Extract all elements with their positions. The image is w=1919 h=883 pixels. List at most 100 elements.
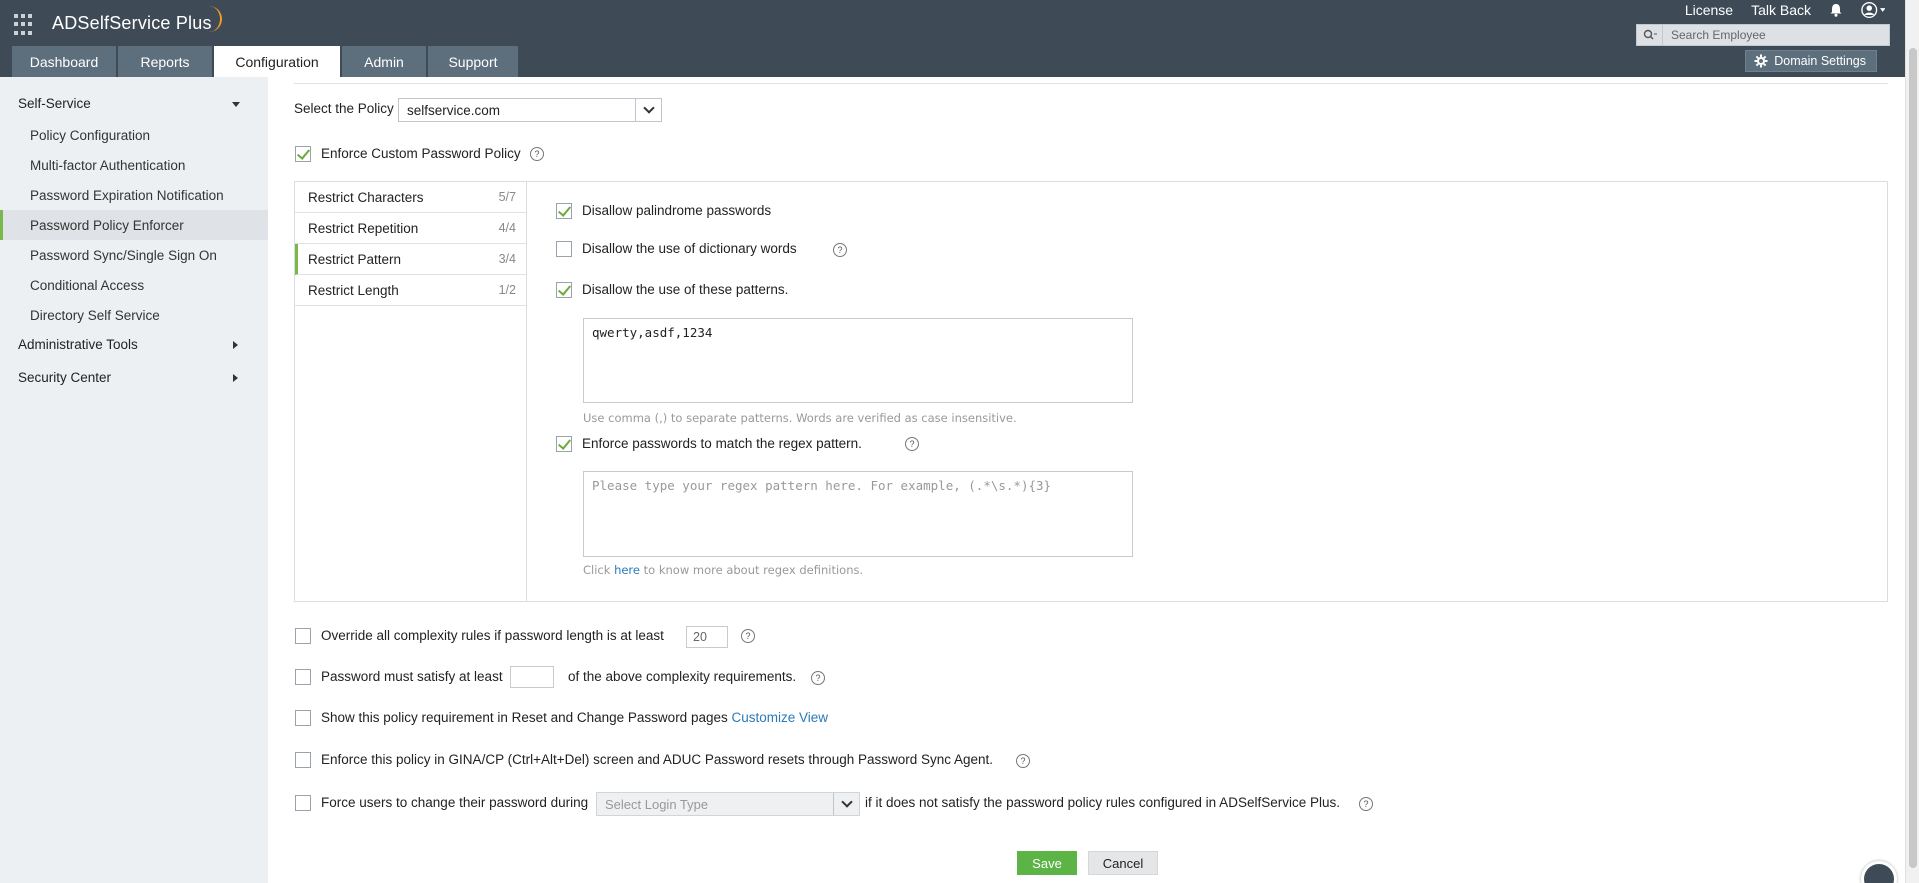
user-avatar-icon[interactable] — [1861, 1, 1885, 19]
disallow-patterns-checkbox[interactable] — [556, 282, 572, 298]
nav-count: 4/4 — [498, 221, 516, 235]
force-change-label: Force users to change their password dur… — [321, 795, 589, 810]
help-icon[interactable]: ? — [741, 629, 755, 643]
divider — [294, 83, 1888, 84]
nav-count: 5/7 — [498, 190, 516, 204]
nav-restrict-length[interactable]: Restrict Length 1/2 — [295, 275, 526, 306]
help-icon[interactable]: ? — [1359, 797, 1373, 811]
domain-settings-label: Domain Settings — [1774, 54, 1866, 68]
nav-restrict-pattern[interactable]: Restrict Pattern 3/4 — [295, 244, 526, 275]
enforce-regex-checkbox[interactable] — [556, 436, 572, 452]
help-icon[interactable]: ? — [905, 437, 919, 451]
disallow-patterns-label: Disallow the use of these patterns. — [582, 282, 789, 297]
enforce-gina-label: Enforce this policy in GINA/CP (Ctrl+Alt… — [321, 752, 994, 767]
regex-help-link[interactable]: here — [614, 563, 640, 577]
save-button[interactable]: Save — [1017, 851, 1077, 875]
sidebar-section-self-service[interactable]: Self-Service — [18, 96, 258, 111]
force-change-suffix: if it does not satisfy the password poli… — [865, 795, 1340, 810]
customize-view-link[interactable]: Customize View — [732, 710, 829, 725]
sidebar-section-administrative-tools[interactable]: Administrative Tools — [18, 337, 258, 352]
top-links: License Talk Back — [1685, 1, 1885, 19]
nav-label: Restrict Characters — [308, 189, 424, 205]
nav-restrict-characters[interactable]: Restrict Characters 5/7 — [295, 182, 526, 213]
regex-textarea[interactable] — [583, 471, 1133, 557]
regex-hint: Click here to know more about regex defi… — [583, 563, 863, 577]
caret-right-icon — [233, 374, 238, 382]
help-icon[interactable]: ? — [811, 671, 825, 685]
sidebar-item-mfa[interactable]: Multi-factor Authentication — [0, 150, 268, 180]
help-icon[interactable]: ? — [833, 243, 847, 257]
show-policy-text: Show this policy requirement in Reset an… — [321, 710, 728, 725]
cancel-button[interactable]: Cancel — [1088, 851, 1158, 875]
chevron-down-icon — [635, 99, 661, 121]
brand-logo[interactable]: ADSelfService Plus — [52, 13, 212, 34]
tab-admin[interactable]: Admin — [342, 46, 426, 77]
regex-hint-post: to know more about regex definitions. — [643, 563, 864, 577]
sidebar-item-conditional-access[interactable]: Conditional Access — [0, 270, 268, 300]
search-input[interactable] — [1663, 25, 1889, 45]
app-grid-icon[interactable] — [14, 14, 36, 36]
patterns-textarea[interactable]: qwerty,asdf,1234 — [583, 318, 1133, 403]
search-icon[interactable] — [1637, 25, 1663, 45]
satisfy-count-input[interactable] — [510, 666, 554, 688]
domain-settings-button[interactable]: Domain Settings — [1745, 50, 1877, 72]
sidebar-item-password-sync[interactable]: Password Sync/Single Sign On — [0, 240, 268, 270]
help-icon[interactable]: ? — [530, 147, 544, 161]
sidebar-section-label: Administrative Tools — [18, 337, 138, 352]
show-policy-label: Show this policy requirement in Reset an… — [321, 710, 828, 725]
bell-icon[interactable] — [1829, 3, 1843, 17]
patterns-hint: Use comma (,) to separate patterns. Word… — [583, 411, 1017, 425]
override-complexity-label: Override all complexity rules if passwor… — [321, 628, 664, 643]
disallow-palindrome-checkbox[interactable] — [556, 203, 572, 219]
page-scrollbar[interactable] — [1905, 0, 1919, 883]
satisfy-minimum-suffix: of the above complexity requirements. — [568, 669, 797, 684]
talk-back-link[interactable]: Talk Back — [1751, 2, 1811, 18]
gear-icon — [1754, 54, 1768, 68]
sidebar-section-label: Security Center — [18, 370, 112, 385]
login-type-placeholder: Select Login Type — [605, 796, 709, 812]
enforce-custom-policy-checkbox[interactable] — [295, 146, 311, 162]
brand-swoosh-icon — [200, 6, 222, 32]
override-length-input[interactable] — [686, 626, 728, 648]
sidebar-item-password-expiration[interactable]: Password Expiration Notification — [0, 180, 268, 210]
satisfy-minimum-label: Password must satisfy at least — [321, 669, 503, 684]
policy-select-value: selfservice.com — [407, 102, 501, 118]
disallow-palindrome-label: Disallow palindrome passwords — [582, 203, 772, 218]
login-type-select[interactable]: Select Login Type — [596, 792, 860, 816]
chevron-down-icon — [833, 793, 859, 815]
nav-label: Restrict Repetition — [308, 220, 419, 236]
restriction-nav: Restrict Characters 5/7 Restrict Repetit… — [295, 182, 527, 601]
main-tabs: Dashboard Reports Configuration Admin Su… — [12, 46, 518, 77]
nav-label: Restrict Length — [308, 282, 399, 298]
tab-reports[interactable]: Reports — [118, 46, 212, 77]
app-header: ADSelfService Plus License Talk Back Das… — [0, 0, 1905, 77]
caret-right-icon — [233, 341, 238, 349]
tab-configuration[interactable]: Configuration — [214, 46, 340, 77]
scrollbar-thumb[interactable] — [1909, 48, 1917, 868]
disallow-dictionary-label: Disallow the use of dictionary words — [582, 241, 797, 256]
policy-select[interactable]: selfservice.com — [398, 98, 662, 122]
sidebar-item-directory-self-service[interactable]: Directory Self Service — [0, 300, 268, 330]
enforce-regex-label: Enforce passwords to match the regex pat… — [582, 436, 862, 451]
help-icon[interactable]: ? — [1016, 754, 1030, 768]
tab-dashboard[interactable]: Dashboard — [12, 46, 116, 77]
sidebar-item-policy-configuration[interactable]: Policy Configuration — [0, 120, 268, 150]
force-change-checkbox[interactable] — [295, 795, 311, 811]
nav-restrict-repetition[interactable]: Restrict Repetition 4/4 — [295, 213, 526, 244]
show-policy-checkbox[interactable] — [295, 710, 311, 726]
nav-label: Restrict Pattern — [308, 251, 402, 267]
sidebar-section-label: Self-Service — [18, 96, 91, 111]
employee-search — [1636, 24, 1890, 46]
satisfy-minimum-checkbox[interactable] — [295, 669, 311, 685]
enforce-gina-checkbox[interactable] — [295, 752, 311, 768]
disallow-dictionary-checkbox[interactable] — [556, 241, 572, 257]
main-content: Select the Policy selfservice.com Enforc… — [268, 77, 1905, 883]
regex-hint-pre: Click — [583, 563, 611, 577]
nav-count: 3/4 — [498, 252, 516, 266]
sidebar-section-security-center[interactable]: Security Center — [18, 370, 258, 385]
license-link[interactable]: License — [1685, 2, 1733, 18]
tab-support[interactable]: Support — [428, 46, 518, 77]
sidebar-item-password-policy-enforcer[interactable]: Password Policy Enforcer — [0, 210, 268, 240]
override-complexity-checkbox[interactable] — [295, 628, 311, 644]
caret-down-icon — [232, 102, 240, 107]
